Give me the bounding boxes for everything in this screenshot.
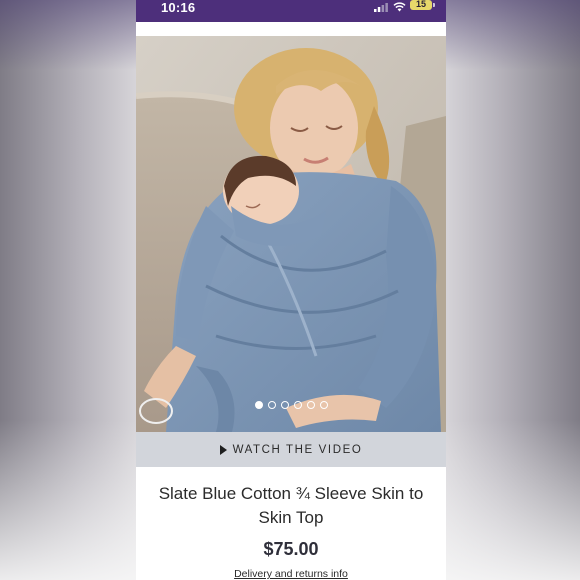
wifi-icon (393, 2, 406, 12)
battery-level: 15 (415, 0, 426, 9)
signal-icon (374, 3, 388, 12)
watch-video-label: WATCH THE VIDEO (232, 443, 363, 456)
header-spacer (136, 22, 446, 36)
carousel-dot[interactable] (280, 401, 289, 409)
phone-screen: 10:16 15 WATCH THE VIDEO Slate Blue Cott… (136, 0, 446, 580)
carousel-dot[interactable] (267, 401, 276, 409)
product-photo[interactable] (136, 36, 446, 432)
carousel-dot[interactable] (319, 401, 328, 409)
carousel-dot[interactable] (293, 401, 302, 409)
battery-icon: 15 (410, 0, 432, 10)
carousel-dot[interactable] (306, 401, 315, 409)
status-time: 10:16 (161, 0, 196, 15)
product-price: $75.00 (263, 539, 319, 559)
carousel-dot[interactable] (254, 401, 263, 409)
battery-cap (433, 3, 435, 7)
product-title: Slate Blue Cotton ¾ Sleeve Skin to Skin … (158, 484, 424, 527)
play-icon (219, 444, 227, 455)
product-photo-illustration (136, 36, 446, 432)
status-bar: 10:16 15 (136, 0, 446, 22)
carousel-dots (136, 401, 446, 409)
watch-video-button[interactable]: WATCH THE VIDEO (136, 432, 446, 467)
delivery-returns-link[interactable]: Delivery and returns info (136, 568, 446, 580)
